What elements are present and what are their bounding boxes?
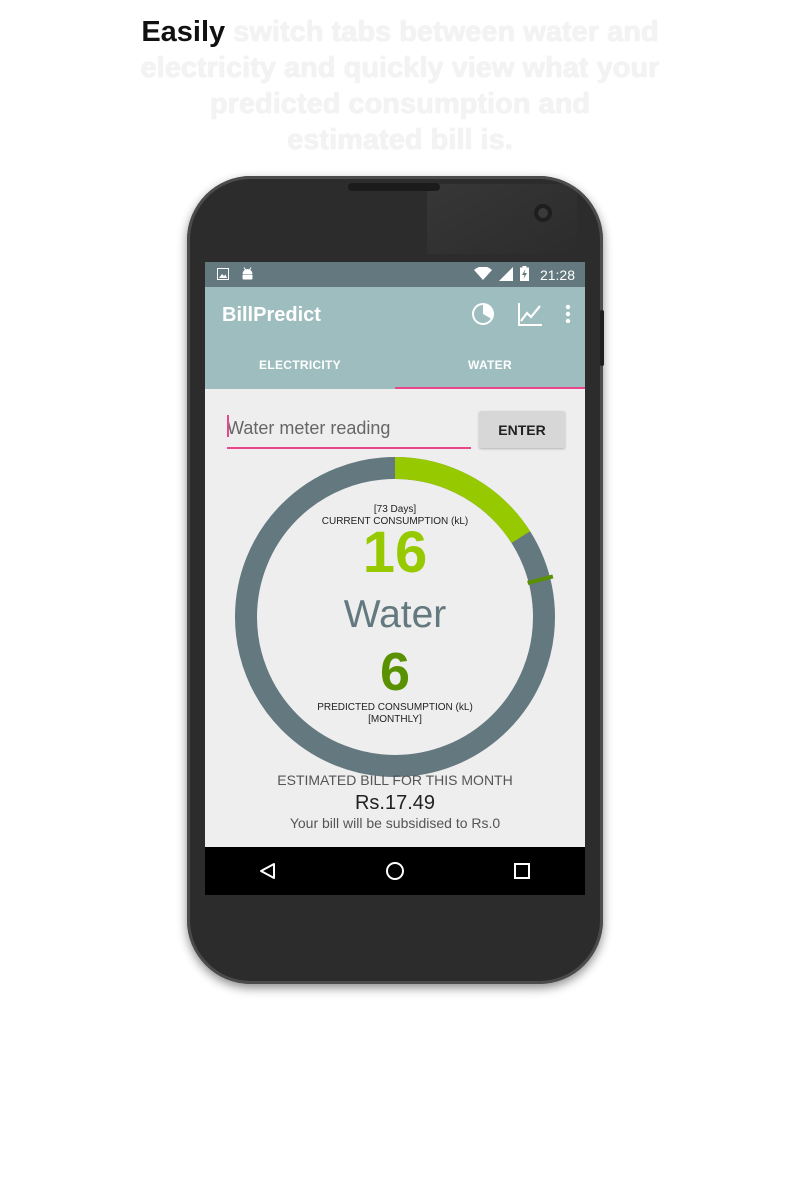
utility-label: Water [343, 593, 447, 636]
power-button [600, 310, 604, 366]
caption-lead: Easily [141, 16, 226, 48]
tab-electricity[interactable]: ELECTRICITY [205, 341, 395, 389]
app-title: BillPredict [222, 304, 321, 326]
wifi-icon [473, 265, 492, 284]
phone-glare [427, 184, 577, 254]
navigation-bar [205, 847, 585, 895]
enter-button[interactable]: ENTER [479, 411, 565, 448]
recents-icon[interactable] [492, 847, 552, 895]
app-bar: BillPredict ELECTRICITY WATER [205, 287, 585, 389]
battery-charging-icon [519, 266, 529, 284]
predicted-consumption-value: 6 [379, 642, 411, 702]
image-icon [217, 267, 229, 284]
period-label: [MONTHLY] [368, 714, 422, 725]
consumption-gauge: [73 Days] CURRENT CONSUMPTION (kL) 16 Wa… [205, 457, 585, 777]
home-icon[interactable] [365, 847, 425, 895]
predicted-consumption-label: PREDICTED CONSUMPTION (kL) [317, 702, 473, 713]
signal-icon [498, 266, 513, 284]
tab-water[interactable]: WATER [395, 341, 585, 389]
pie-chart-icon[interactable] [471, 302, 495, 331]
phone-speaker [348, 183, 440, 191]
front-camera [534, 204, 552, 222]
days-label: [73 Days] [373, 504, 417, 515]
bill-title: ESTIMATED BILL FOR THIS MONTH [277, 772, 513, 788]
more-vert-icon[interactable] [565, 304, 571, 329]
text-cursor [227, 415, 229, 437]
status-time: 21:28 [539, 267, 575, 283]
water-meter-input[interactable] [227, 409, 471, 449]
subsidy-note: Your bill will be subsidised to Rs.0 [289, 815, 501, 831]
meter-input-row: ENTER [227, 409, 567, 451]
current-consumption-value: 16 [362, 520, 428, 585]
app-screen: 21:28 BillPredict ELECTRICITY WATER ENTE… [205, 262, 585, 895]
status-bar: 21:28 [205, 262, 585, 287]
bill-amount: Rs.17.49 [354, 792, 436, 814]
promo-caption: Easily switch tabs between water and ele… [140, 14, 660, 158]
utility-tabs: ELECTRICITY WATER [205, 341, 585, 389]
back-icon[interactable] [238, 847, 298, 895]
android-icon [241, 267, 254, 284]
line-chart-icon[interactable] [517, 301, 543, 332]
estimated-bill: ESTIMATED BILL FOR THIS MONTH Rs.17.49 Y… [205, 772, 585, 831]
